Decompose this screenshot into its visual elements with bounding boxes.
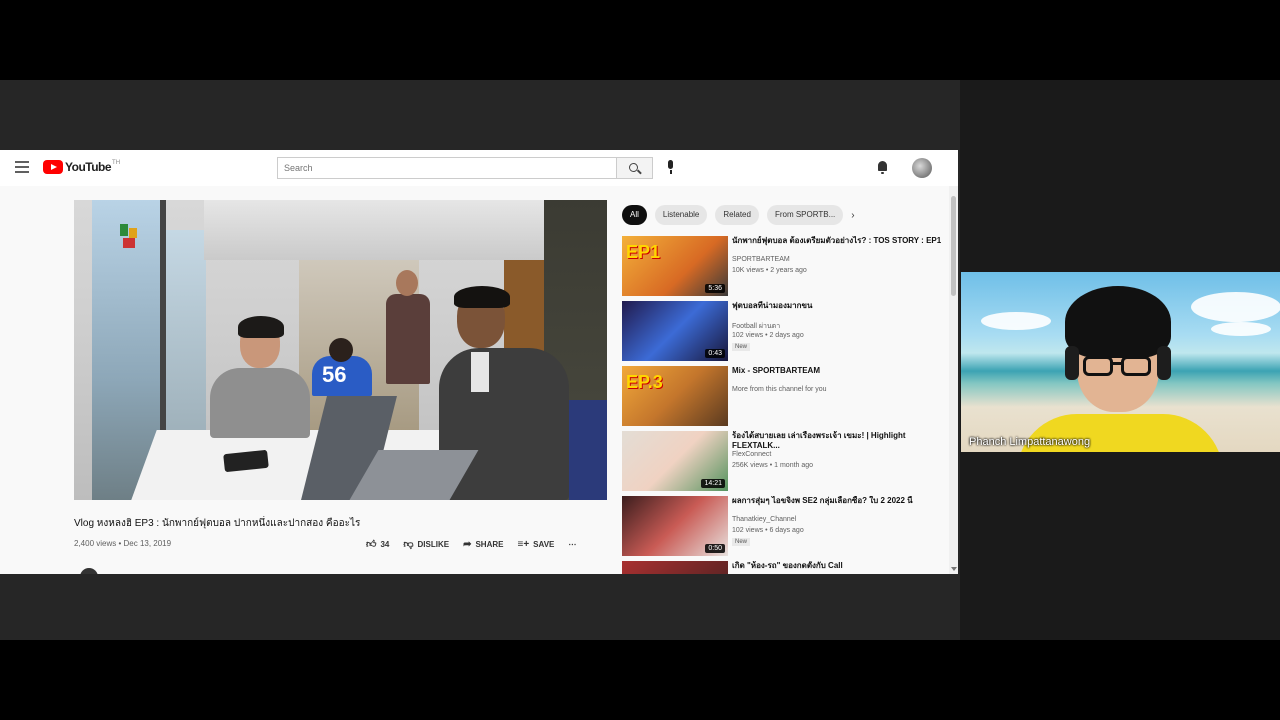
video-thumbnail[interactable] [622, 561, 728, 574]
save-label: SAVE [533, 539, 555, 549]
recommendations-list: EP1 5:36 นักพากย์ฟุตบอล ต้องเตรียมตัวอย่… [622, 236, 942, 574]
list-item[interactable]: EP1 5:36 นักพากย์ฟุตบอล ต้องเตรียมตัวอย่… [622, 236, 942, 301]
list-item[interactable]: EP.3 Mix - SPORTBARTEAM More from this c… [622, 366, 942, 431]
video-duration: 0:50 [705, 544, 725, 553]
video-thumbnail[interactable]: EP1 5:36 [622, 236, 728, 296]
chip-listenable[interactable]: Listenable [654, 205, 708, 225]
more-actions-button[interactable]: ⋯ [568, 540, 576, 549]
thumbs-up-icon: 👍︎ [366, 539, 377, 550]
account-avatar[interactable] [912, 158, 932, 178]
new-badge: New [732, 343, 751, 351]
rec-channel: Thanatkiey_Channel [732, 516, 797, 523]
hamburger-menu-icon[interactable] [15, 161, 29, 173]
rec-channel: FlexConnect [732, 451, 772, 458]
bell-icon[interactable] [876, 160, 890, 176]
filter-chips: All Listenable Related From SPORTB... › [622, 205, 855, 225]
letterbox-bottom [0, 640, 1280, 720]
youtube-logo[interactable]: YouTube TH [43, 160, 120, 174]
participant-figure [1017, 286, 1223, 452]
rec-channel: SPORTBARTEAM [732, 256, 790, 263]
list-item[interactable]: 0:43 ฟุตบอลที่น่ามองมากขน Football ผ่านต… [622, 301, 942, 366]
video-title: Vlog หงหลงฮิ EP3 : นักพากย์ฟุตบอล ปากหนึ… [74, 518, 361, 529]
letterbox-top [0, 0, 1280, 80]
rec-title[interactable]: เกิด "ห้อง-รถ" ของกดตั้งกับ Call [732, 561, 942, 571]
search-button[interactable] [617, 157, 653, 179]
rec-title[interactable]: ร้องได้สบายเลย เล่าเรื่องพระเจ้า เขมะ! |… [732, 431, 942, 451]
rec-title[interactable]: ฟุตบอลที่น่ามองมากขน [732, 301, 942, 311]
search-input[interactable] [277, 157, 617, 179]
chip-from-channel[interactable]: From SPORTB... [766, 205, 844, 225]
jersey-number: 56 [322, 362, 347, 387]
dislike-button[interactable]: 👎︎ DISLIKE [403, 538, 449, 550]
youtube-region-code: TH [112, 160, 121, 166]
video-player[interactable]: 56 [74, 200, 607, 500]
channel-watermark-icon [118, 222, 140, 250]
thumbnail-text: EP.3 [626, 372, 663, 392]
video-thumbnail[interactable]: 0:43 [622, 301, 728, 361]
video-thumbnail[interactable]: EP.3 [622, 366, 728, 426]
scrollbar-thumb[interactable] [951, 196, 956, 296]
video-duration: 0:43 [705, 349, 725, 358]
save-button[interactable]: ≡+ SAVE [517, 539, 554, 550]
youtube-logo-text: YouTube [65, 160, 112, 174]
add-to-playlist-icon: ≡+ [517, 538, 530, 550]
share-arrow-icon: ➦ [463, 538, 472, 550]
video-thumbnail[interactable]: 0:50 [622, 496, 728, 556]
youtube-play-icon [43, 160, 63, 174]
list-item[interactable]: เกิด "ห้อง-รถ" ของกดตั้งกับ Call [622, 561, 942, 574]
like-button[interactable]: 👍︎ 34 [366, 538, 389, 550]
headset-icon [1065, 346, 1079, 380]
rec-title[interactable]: ผลการสุ่มๆ ไอขจิงพ SE2 กลุ่มเลือกซื้อ? ใ… [732, 496, 942, 506]
share-button[interactable]: ➦ SHARE [463, 539, 503, 550]
share-label: SHARE [475, 539, 504, 549]
rec-title[interactable]: นักพากย์ฟุตบอล ต้องเตรียมตัวอย่างไร? : T… [732, 236, 942, 246]
rec-channel: More from this channel for you [732, 386, 827, 393]
page-scrollbar[interactable] [949, 186, 958, 574]
rec-meta: 256K views • 1 month ago [732, 462, 814, 469]
chevron-right-icon[interactable]: › [851, 210, 854, 221]
more-icon: ⋯ [568, 539, 577, 549]
video-duration: 14:21 [701, 479, 725, 488]
dislike-label: DISLIKE [417, 539, 450, 549]
channel-avatar[interactable] [80, 568, 98, 574]
chip-related[interactable]: Related [715, 205, 759, 225]
microphone-icon[interactable] [665, 160, 677, 176]
video-duration: 5:36 [705, 284, 725, 293]
list-item[interactable]: 14:21 ร้องได้สบายเลย เล่าเรื่องพระเจ้า เ… [622, 431, 942, 496]
participant-name: Phanch Limpattanawong [969, 436, 1091, 448]
thumbnail-text: EP1 [626, 242, 661, 262]
video-meta: 2,400 views • Dec 13, 2019 [74, 539, 172, 548]
youtube-browser-window: YouTube TH 56 Vlog หงหลงฮิ EP3 : นักพากย… [0, 150, 958, 574]
chip-all[interactable]: All [622, 205, 647, 225]
rec-meta: 10K views • 2 years ago [732, 267, 807, 274]
rec-meta: 102 views • 6 days ago [732, 527, 804, 534]
rec-channel: Football ผ่านตา [732, 323, 781, 330]
video-actions: 👍︎ 34 👎︎ DISLIKE ➦ SHARE ≡+ SAVE ⋯ [366, 536, 606, 552]
new-badge: New [732, 538, 751, 546]
youtube-header: YouTube TH [0, 150, 958, 186]
scroll-down-arrow-icon[interactable] [951, 567, 957, 571]
list-item[interactable]: 0:50 ผลการสุ่มๆ ไอขจิงพ SE2 กลุ่มเลือกซื… [622, 496, 942, 561]
like-count: 34 [380, 539, 390, 549]
rec-meta: 102 views • 2 days ago [732, 332, 804, 339]
rec-title[interactable]: Mix - SPORTBARTEAM [732, 366, 942, 376]
thumbs-down-icon: 👎︎ [403, 539, 414, 550]
video-thumbnail[interactable]: 14:21 [622, 431, 728, 491]
participant-video-tile[interactable]: Phanch Limpattanawong [961, 272, 1280, 452]
